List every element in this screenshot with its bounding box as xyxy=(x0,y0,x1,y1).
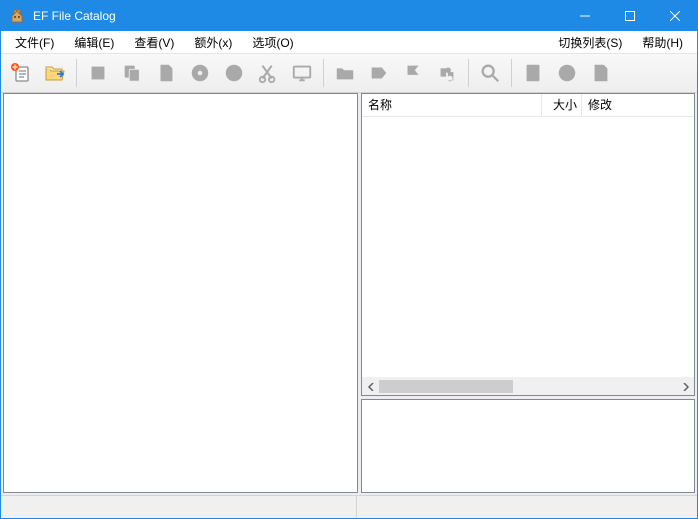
export-button[interactable] xyxy=(585,57,617,89)
toolbar-separator xyxy=(76,59,77,87)
monitor-icon xyxy=(291,62,313,84)
record-button[interactable] xyxy=(218,57,250,89)
tree-new-icon xyxy=(9,61,33,85)
toolbar xyxy=(1,54,697,93)
scroll-left-arrow[interactable] xyxy=(362,378,379,395)
cut-button[interactable] xyxy=(252,57,284,89)
menu-options[interactable]: 选项(O) xyxy=(242,32,303,53)
refresh-button[interactable] xyxy=(551,57,583,89)
disc-icon xyxy=(189,62,211,84)
app-window: EF File Catalog 文件(F) 编辑(E) 查看(V) 额外(x) … xyxy=(0,0,698,519)
folder-icon xyxy=(334,62,356,84)
tree-view[interactable] xyxy=(3,93,358,493)
horizontal-scrollbar[interactable] xyxy=(362,377,694,395)
flag-button[interactable] xyxy=(397,57,429,89)
list-view[interactable]: 名称 大小 修改 xyxy=(361,93,695,396)
tag-icon xyxy=(368,62,390,84)
maximize-button[interactable] xyxy=(607,1,652,31)
right-pane: 名称 大小 修改 xyxy=(361,93,695,493)
new-catalog-button[interactable] xyxy=(5,57,37,89)
preview-pane[interactable] xyxy=(361,399,695,493)
window-controls xyxy=(562,1,697,31)
search-button[interactable] xyxy=(474,57,506,89)
toolbar-separator xyxy=(511,59,512,87)
screen-button[interactable] xyxy=(286,57,318,89)
column-name[interactable]: 名称 xyxy=(362,94,542,116)
copy-button[interactable] xyxy=(116,57,148,89)
menu-edit[interactable]: 编辑(E) xyxy=(64,32,124,53)
status-cell-right xyxy=(357,496,697,518)
titlebar: EF File Catalog xyxy=(1,1,697,31)
toolbar-separator xyxy=(323,59,324,87)
minimize-button[interactable] xyxy=(562,1,607,31)
status-cell-left xyxy=(1,496,357,518)
column-modified[interactable]: 修改 xyxy=(582,94,694,116)
folder-button[interactable] xyxy=(329,57,361,89)
stop-button[interactable] xyxy=(82,57,114,89)
list-header: 名称 大小 修改 xyxy=(362,94,694,117)
content-area: 名称 大小 修改 xyxy=(1,93,697,495)
folder-open-icon xyxy=(43,61,67,85)
tag-button[interactable] xyxy=(363,57,395,89)
copy-icon xyxy=(121,62,143,84)
page-arrow-icon xyxy=(590,62,612,84)
properties-button[interactable] xyxy=(517,57,549,89)
search-icon xyxy=(479,62,501,84)
menu-help[interactable]: 帮助(H) xyxy=(632,32,693,53)
scissors-icon xyxy=(257,62,279,84)
page-icon xyxy=(522,62,544,84)
scroll-track[interactable] xyxy=(379,378,677,395)
disc-button[interactable] xyxy=(184,57,216,89)
list-body[interactable] xyxy=(362,117,694,377)
toolbar-separator xyxy=(468,59,469,87)
app-icon xyxy=(7,6,27,26)
flag-icon xyxy=(402,62,424,84)
document-icon xyxy=(155,62,177,84)
menu-file[interactable]: 文件(F) xyxy=(5,32,64,53)
circle-solid-icon xyxy=(556,62,578,84)
menu-extra[interactable]: 额外(x) xyxy=(184,32,242,53)
left-pane xyxy=(3,93,358,493)
menu-switch-list[interactable]: 切换列表(S) xyxy=(548,32,632,53)
document-button[interactable] xyxy=(150,57,182,89)
stop-icon xyxy=(87,62,109,84)
menu-view[interactable]: 查看(V) xyxy=(124,32,184,53)
puzzle-button[interactable] xyxy=(431,57,463,89)
menubar: 文件(F) 编辑(E) 查看(V) 额外(x) 选项(O) 切换列表(S) 帮助… xyxy=(1,31,697,54)
scroll-right-arrow[interactable] xyxy=(677,378,694,395)
open-folder-button[interactable] xyxy=(39,57,71,89)
window-title: EF File Catalog xyxy=(33,1,562,31)
statusbar xyxy=(1,495,697,518)
column-size[interactable]: 大小 xyxy=(542,94,582,116)
puzzle-icon xyxy=(436,62,458,84)
scroll-thumb[interactable] xyxy=(379,380,513,393)
close-button[interactable] xyxy=(652,1,697,31)
circle-icon xyxy=(223,62,245,84)
